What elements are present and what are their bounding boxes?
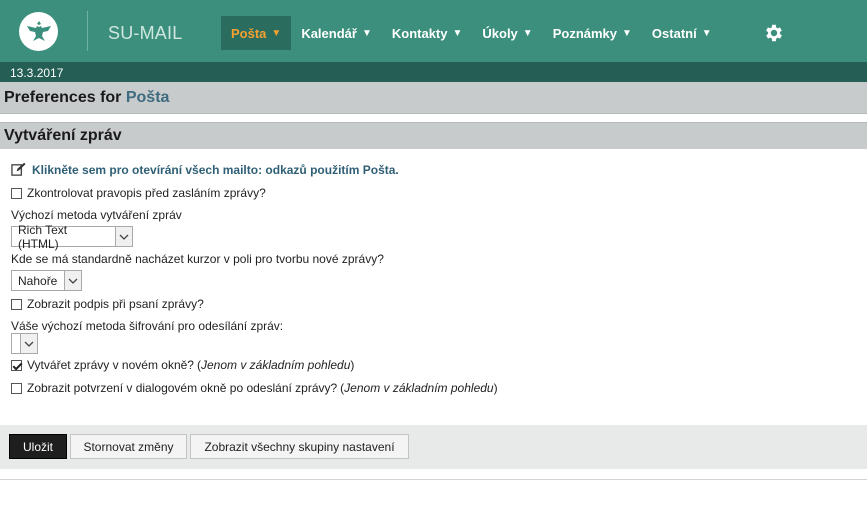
mailto-row: Klikněte sem pro otevírání všech mailto:… xyxy=(11,162,399,177)
menu-item-label: Úkoly xyxy=(482,25,518,41)
chevron-down-icon: ▼ xyxy=(701,27,712,39)
cancel-changes-button[interactable]: Stornovat změny xyxy=(70,434,187,459)
confirm-checkbox[interactable] xyxy=(11,382,22,394)
menu-item-ostatni[interactable]: Ostatní ▼ xyxy=(642,16,722,50)
menu-item-poznamky[interactable]: Poznámky ▼ xyxy=(543,16,642,50)
compose-method-select[interactable]: Rich Text (HTML) xyxy=(11,223,133,251)
bottom-divider xyxy=(0,479,867,480)
signature-row: Zobrazit podpis při psaní zprávy? xyxy=(11,297,204,311)
app-title: SU-MAIL xyxy=(108,23,183,43)
edit-icon xyxy=(11,162,26,177)
chevron-down-icon: ▼ xyxy=(361,27,372,39)
confirm-label: Zobrazit potvrzení v dialogovém okně po … xyxy=(27,381,338,395)
page-title-app: Pošta xyxy=(125,89,170,106)
confirm-note: (Jenom v základním pohledu) xyxy=(340,381,498,395)
cursor-position-value: Nahoře xyxy=(18,273,58,288)
chevron-down-icon: ▼ xyxy=(452,27,463,39)
chevron-down-icon: ▼ xyxy=(522,27,533,39)
confirm-row: Zobrazit potvrzení v dialogovém okně po … xyxy=(11,381,498,395)
cursor-position-label: Kde se má standardně nacházet kurzor v p… xyxy=(11,252,384,266)
chevron-down-icon xyxy=(64,271,81,290)
compose-method-value: Rich Text (HTML) xyxy=(18,222,68,251)
chevron-down-icon xyxy=(20,334,37,353)
new-window-label: Vytvářet zprávy v novém okně? xyxy=(27,358,194,372)
menu-item-posta[interactable]: Pošta ▼ xyxy=(221,16,292,50)
spellcheck-label: Zkontrolovat pravopis před zasláním zprá… xyxy=(27,186,266,200)
chevron-down-icon: ▼ xyxy=(622,27,632,39)
compose-method-label: Výchozí metoda vytváření zpráv xyxy=(11,208,182,222)
compose-method-label-row: Výchozí metoda vytváření zpráv xyxy=(11,208,182,222)
menu-item-label: Pošta xyxy=(231,25,267,41)
show-all-groups-button[interactable]: Zobrazit všechny skupiny nastavení xyxy=(190,434,409,459)
spellcheck-row: Zkontrolovat pravopis před zasláním zprá… xyxy=(11,186,266,200)
eagle-logo-icon[interactable] xyxy=(19,12,58,51)
confirm-note-text: Jenom v základním pohledu xyxy=(344,381,494,395)
menu-item-ukoly[interactable]: Úkoly ▼ xyxy=(472,16,542,50)
menu-item-label: Kalendář xyxy=(301,25,357,41)
menu-item-label: Ostatní xyxy=(651,25,697,41)
encryption-label: Váše výchozí metoda šifrování pro odesíl… xyxy=(11,319,284,333)
new-window-note-text: Jenom v základním pohledu xyxy=(200,358,351,372)
signature-label: Zobrazit podpis při psaní zprávy? xyxy=(27,297,204,311)
encryption-label-row: Váše výchozí metoda šifrování pro odesíl… xyxy=(11,319,283,333)
mailto-handler-link[interactable]: Klikněte sem pro otevírání všech mailto:… xyxy=(32,163,399,177)
new-window-checkbox[interactable] xyxy=(11,359,22,371)
menu-item-kontakty[interactable]: Kontakty ▼ xyxy=(382,16,473,50)
save-button[interactable]: Uložit xyxy=(9,434,67,459)
encryption-select[interactable] xyxy=(11,333,38,354)
cursor-position-select[interactable]: Nahoře xyxy=(11,270,82,291)
cursor-label-row: Kde se má standardně nacházet kurzor v p… xyxy=(11,252,384,266)
signature-checkbox[interactable] xyxy=(11,298,22,310)
section-title: Vytváření zpráv xyxy=(4,127,122,144)
gear-icon[interactable] xyxy=(763,22,785,44)
page-title: Preferences for Pošta xyxy=(4,89,169,107)
date-bar xyxy=(0,62,867,82)
menu-item-label: Kontakty xyxy=(391,25,448,41)
chevron-down-icon: ▼ xyxy=(271,27,282,39)
logo-separator xyxy=(87,11,88,51)
menu-item-label: Poznámky xyxy=(552,25,618,41)
new-window-row: Vytvářet zprávy v novém okně? (Jenom v z… xyxy=(11,358,354,372)
main-menu: Pošta ▼ Kalendář ▼ Kontakty ▼ Úkoly ▼ Po… xyxy=(221,16,722,50)
chevron-down-icon xyxy=(115,227,132,246)
section-header-bar xyxy=(0,122,867,149)
menu-item-kalendar[interactable]: Kalendář ▼ xyxy=(291,16,382,50)
new-window-note: (Jenom v základním pohledu) xyxy=(196,358,355,372)
spellcheck-checkbox[interactable] xyxy=(11,187,22,199)
page-title-prefix: Preferences for xyxy=(4,89,122,106)
current-date: 13.3.2017 xyxy=(10,66,64,80)
